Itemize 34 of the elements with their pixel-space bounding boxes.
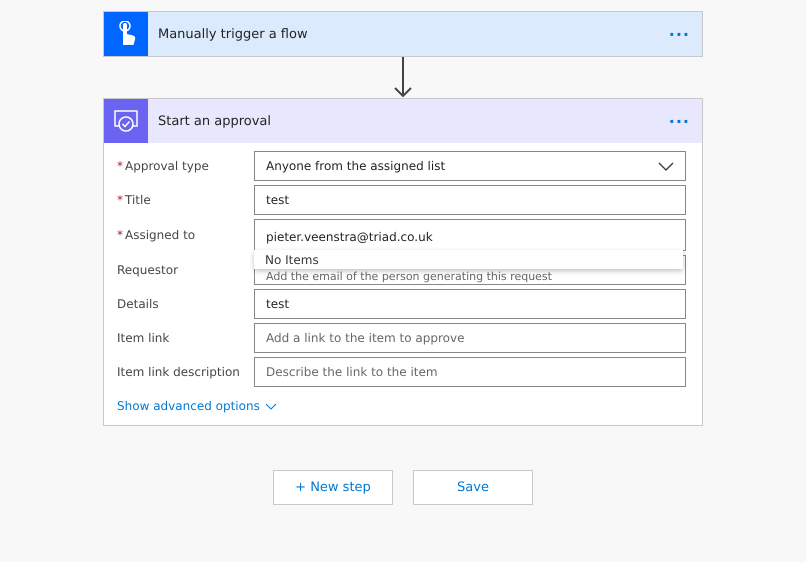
field-value: pieter.veenstra@triad.co.uk (266, 230, 434, 244)
input-field[interactable]: pieter.veenstra@triad.co.uk (254, 219, 686, 251)
chevron-down-icon (264, 402, 277, 410)
field-label: Requestor (117, 263, 180, 277)
field-placeholder: Add a link to the item to approve (266, 331, 466, 345)
field-label: * Title (117, 193, 152, 207)
field-value: test (266, 297, 290, 311)
field-placeholder: Describe the link to the item (266, 365, 439, 379)
input-field[interactable]: test (254, 185, 686, 215)
input-field[interactable]: Describe the link to the item (254, 357, 686, 387)
approval-type-dropdown[interactable]: Anyone from the assigned list (254, 151, 686, 181)
input-field[interactable]: test (254, 289, 686, 319)
more-options-button[interactable]: ··· (668, 24, 690, 44)
field-value: Anyone from the assigned list (266, 159, 446, 173)
field-label: * Assigned to (117, 228, 196, 242)
suggestions-dropdown[interactable]: No Items (254, 250, 683, 269)
show-advanced-options-link[interactable]: Show advanced options (117, 399, 277, 413)
card-title: Start an approval (158, 114, 272, 128)
input-field[interactable]: Add a link to the item to approve (254, 323, 686, 353)
field-placeholder: Add the email of the person generating this request (266, 270, 553, 283)
connector-arrow (393, 57, 413, 98)
more-options-button[interactable]: ··· (668, 112, 690, 130)
field-label: Item link description (117, 365, 241, 379)
new-step-button[interactable]: + New step (273, 470, 393, 505)
field-label: Item link (117, 331, 170, 345)
chevron-down-icon (658, 162, 674, 170)
field-label: * Approval type (117, 159, 210, 173)
card-title: Manually trigger a flow (158, 26, 309, 42)
field-label: Details (117, 297, 160, 311)
approval-icon (112, 108, 140, 134)
field-value: test (266, 193, 290, 207)
approval-card-header[interactable]: Start an approval ··· (104, 99, 702, 143)
trigger-card-header[interactable]: Manually trigger a flow ··· (104, 12, 702, 56)
save-button[interactable]: Save (413, 470, 533, 505)
